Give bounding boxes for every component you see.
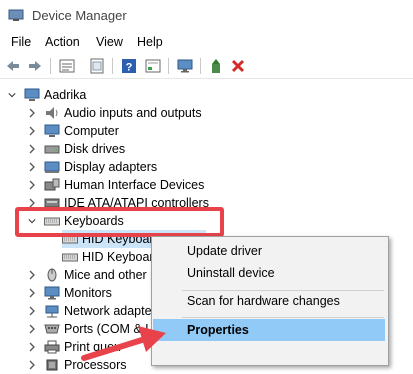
annotation-arrow	[81, 326, 166, 361]
